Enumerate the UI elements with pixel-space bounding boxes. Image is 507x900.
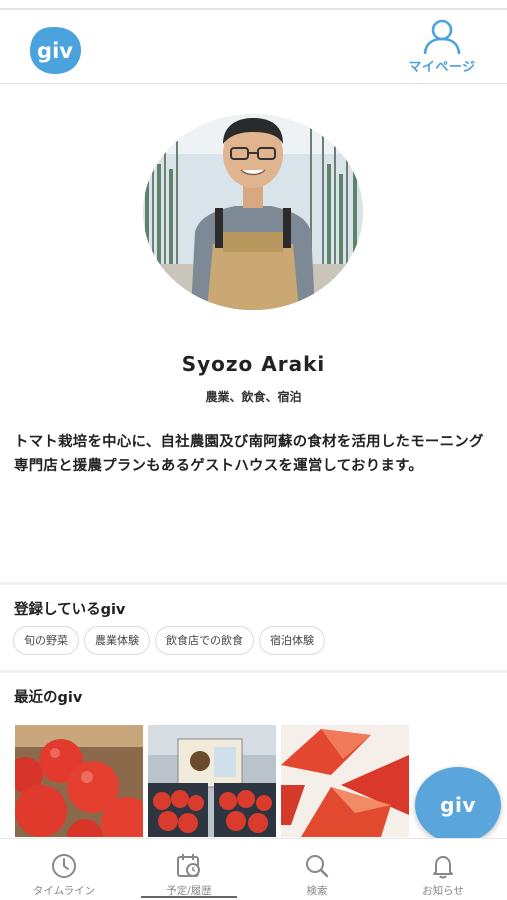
tag-stay-experience[interactable]: 宿泊体験	[259, 626, 325, 655]
tag-farming-experience[interactable]: 農業体験	[84, 626, 150, 655]
tag-restaurant-dining[interactable]: 飲食店での飲食	[155, 626, 254, 655]
tab-label: お知らせ	[422, 885, 464, 897]
recent-giv-thumbnail-sliced-tomato[interactable]	[281, 725, 409, 837]
giv-fab-button[interactable]: giv	[415, 767, 501, 843]
tab-timeline[interactable]: タイムライン	[16, 853, 112, 900]
section-divider	[0, 582, 507, 585]
giv-logo[interactable]: giv	[27, 24, 83, 76]
user-icon	[423, 19, 461, 54]
tag-seasonal-vegetables[interactable]: 旬の野菜	[13, 626, 79, 655]
tab-search[interactable]: 検索	[269, 853, 365, 900]
registered-giv-title: 登録しているgiv	[14, 602, 126, 618]
profile-name: Syozo Araki	[181, 352, 326, 376]
tab-schedule-history[interactable]: 予定/履歴	[141, 853, 237, 900]
mypage-label: マイページ	[408, 60, 476, 75]
profile-bio: トマト栽培を中心に、自社農園及び南阿蘇の食材を活用したモーニング専門店と援農プラ…	[14, 434, 484, 474]
recent-giv-list	[15, 725, 409, 837]
recent-giv-thumbnail-tomatoes[interactable]	[15, 725, 143, 837]
recent-giv-title: 最近のgiv	[14, 690, 83, 706]
section-divider	[0, 670, 507, 673]
clock-icon	[52, 854, 76, 878]
registered-giv-tags: 旬の野菜 農業体験 飲食店での飲食 宿泊体験	[13, 626, 325, 655]
search-icon	[306, 855, 329, 878]
active-tab-indicator	[141, 896, 237, 898]
profile-avatar	[143, 114, 363, 310]
bell-icon	[433, 856, 453, 879]
logo-text: giv	[37, 39, 73, 63]
app-header: giv マイページ	[0, 10, 507, 84]
tab-label: タイムライン	[32, 885, 96, 897]
tab-notifications[interactable]: お知らせ	[395, 853, 491, 900]
profile-categories: 農業、飲食、宿泊	[205, 390, 302, 404]
recent-giv-thumbnail-produce-box[interactable]	[148, 725, 276, 837]
mypage-button[interactable]: マイページ	[400, 18, 484, 80]
tab-label: 検索	[306, 885, 328, 897]
calendar-history-icon	[177, 854, 200, 877]
bottom-tab-bar: タイムライン 予定/履歴 検索 お知らせ	[0, 838, 507, 900]
